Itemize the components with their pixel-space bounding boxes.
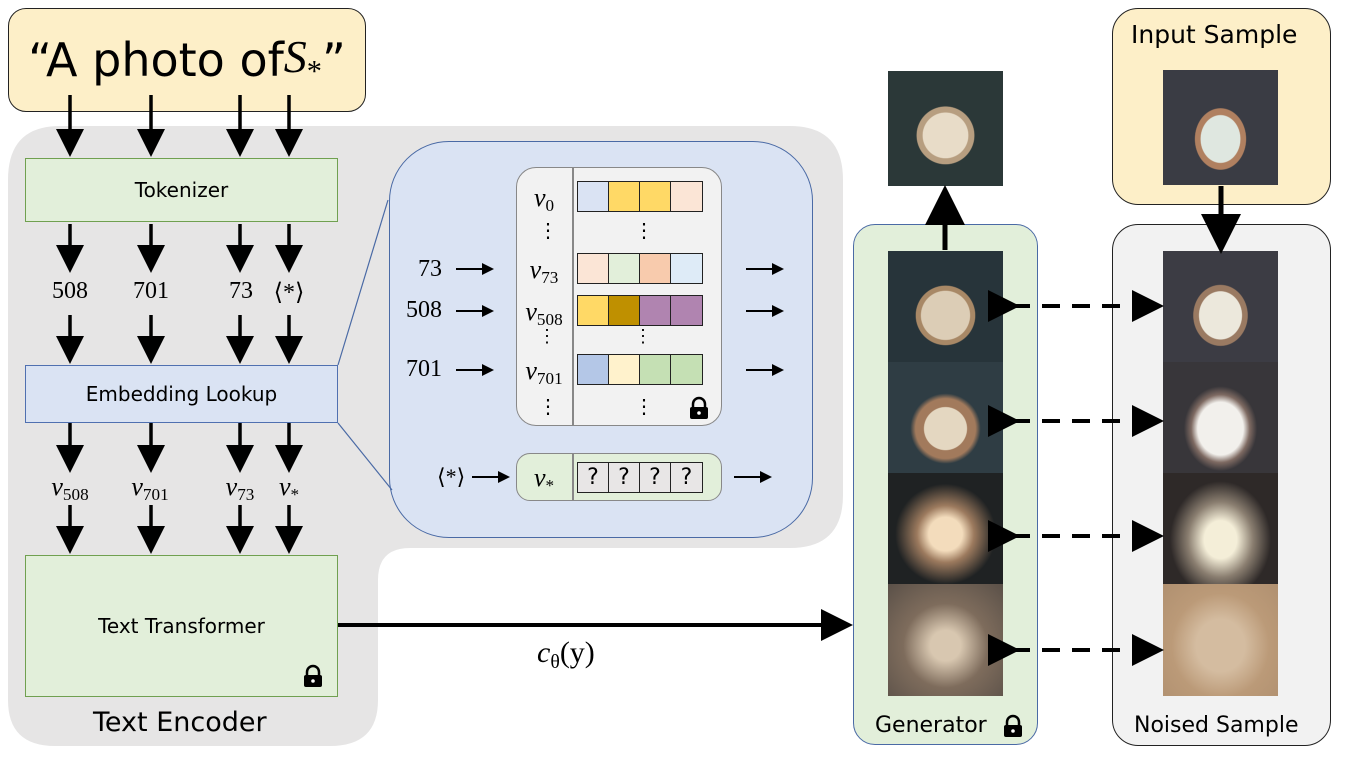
dashed-arrows xyxy=(988,290,1164,666)
lock-icon xyxy=(1004,714,1022,737)
lock-icon xyxy=(690,396,708,419)
lock-icon xyxy=(304,664,322,687)
zoom-line xyxy=(337,199,389,366)
down-arrows xyxy=(56,95,303,554)
lookup-arrows xyxy=(456,263,784,483)
zoom-line xyxy=(337,422,393,491)
connectors xyxy=(56,95,1241,737)
